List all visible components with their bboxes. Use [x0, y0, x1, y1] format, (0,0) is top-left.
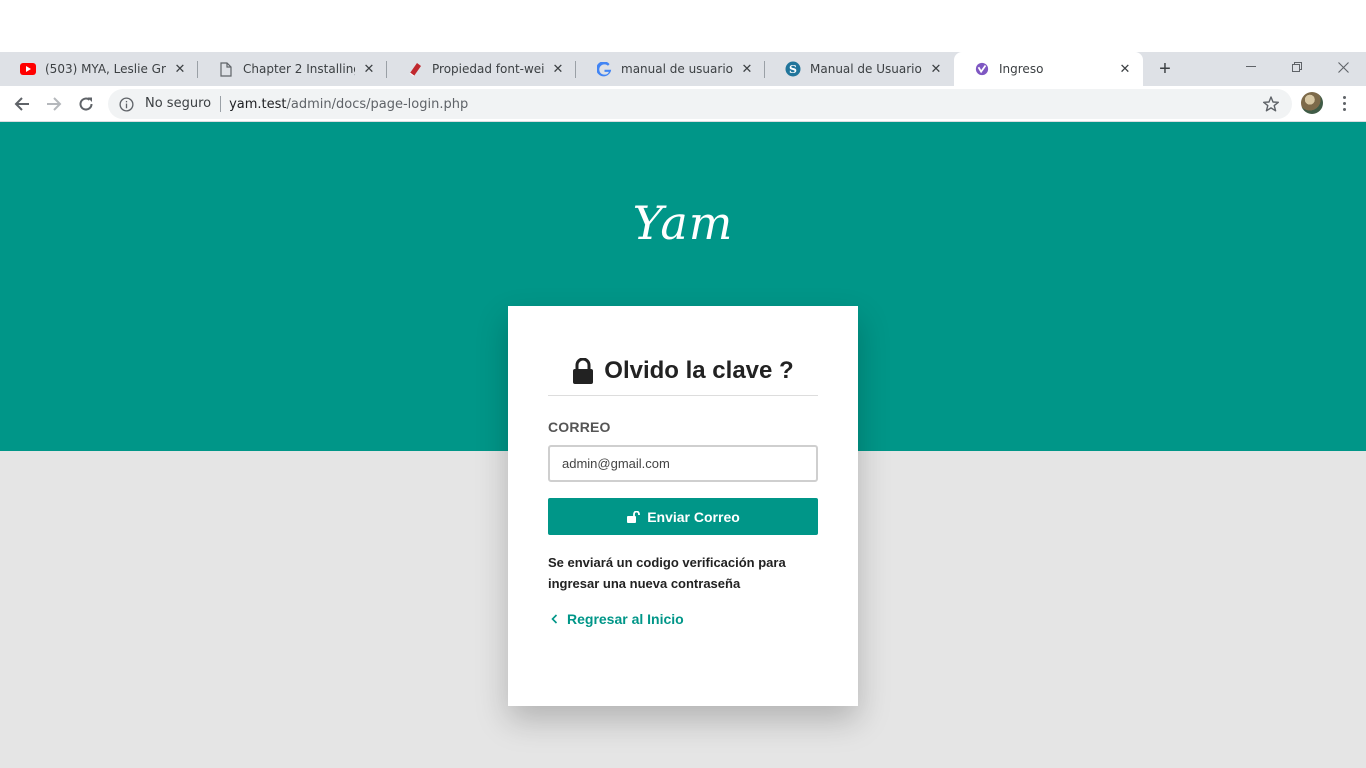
browser-toolbar: No seguro yam.test/admin/docs/page-login…	[0, 86, 1366, 122]
card-heading: Olvido la clave ?	[548, 346, 818, 396]
info-note: Se enviará un codigo verificación para i…	[548, 555, 786, 591]
tab-title: (503) MYA, Leslie Grace	[45, 62, 166, 76]
tab-title: Ingreso	[999, 62, 1044, 76]
close-icon[interactable]: ✕	[739, 61, 755, 77]
forgot-password-card: Olvido la clave ? CORREO Enviar Correo S…	[508, 306, 858, 706]
tab-title: manual de usuario ejem	[621, 62, 733, 76]
unlock-icon	[626, 510, 641, 523]
send-email-label: Enviar Correo	[647, 508, 740, 525]
divider	[548, 395, 818, 396]
globe-icon: S	[785, 61, 801, 77]
page-title: Olvido la clave ?	[604, 357, 794, 384]
tab-youtube[interactable]: (503) MYA, Leslie Grace ✕	[0, 52, 198, 86]
address-bar[interactable]: No seguro yam.test/admin/docs/page-login…	[108, 89, 1292, 119]
info-icon[interactable]	[119, 96, 135, 112]
chevron-left-icon	[551, 614, 558, 624]
svg-text:S: S	[789, 63, 797, 76]
lock-icon	[572, 358, 594, 384]
new-tab-button[interactable]: +	[1152, 56, 1178, 82]
tab-google-search[interactable]: manual de usuario ejem ✕	[576, 52, 765, 86]
back-to-home-link[interactable]: Regresar al Inicio	[551, 611, 684, 627]
back-arrow-icon[interactable]	[8, 90, 36, 118]
email-label: CORREO	[548, 419, 611, 435]
email-field[interactable]	[548, 445, 818, 482]
google-icon	[596, 61, 612, 77]
site-icon	[974, 61, 990, 77]
tab-font-weight[interactable]: Propiedad font-weight ✕	[387, 52, 576, 86]
reload-icon[interactable]	[72, 90, 100, 118]
tab-chapter-2[interactable]: Chapter 2 Installing and ✕	[198, 52, 387, 86]
close-icon[interactable]: ✕	[361, 61, 377, 77]
menu-kebab-icon[interactable]	[1336, 92, 1352, 114]
tab-ingreso[interactable]: Ingreso ✕	[954, 52, 1143, 86]
tab-title: Manual de Usuario Ejem	[810, 62, 922, 76]
minimize-icon[interactable]	[1228, 52, 1274, 82]
document-icon	[218, 61, 234, 77]
youtube-icon	[20, 61, 36, 77]
profile-avatar[interactable]	[1301, 92, 1323, 114]
send-email-button[interactable]: Enviar Correo	[548, 498, 818, 535]
book-icon	[407, 61, 423, 77]
close-icon[interactable]: ✕	[1117, 61, 1133, 77]
forward-arrow-icon[interactable]	[40, 90, 68, 118]
close-icon[interactable]: ✕	[928, 61, 944, 77]
tab-manual-usuario[interactable]: S Manual de Usuario Ejem ✕	[765, 52, 954, 86]
bookmark-star-icon[interactable]	[1262, 95, 1280, 113]
brand-logo: Yam	[632, 196, 734, 250]
tab-title: Propiedad font-weight	[432, 62, 544, 76]
back-link-label: Regresar al Inicio	[567, 611, 684, 627]
close-icon[interactable]: ✕	[172, 61, 188, 77]
tab-title: Chapter 2 Installing and	[243, 62, 355, 76]
window-top-area	[0, 0, 1366, 52]
url-host: yam.test	[229, 96, 287, 112]
close-window-icon[interactable]	[1320, 52, 1366, 82]
url-path: /admin/docs/page-login.php	[286, 96, 469, 112]
security-status[interactable]: No seguro	[145, 96, 222, 112]
close-icon[interactable]: ✕	[550, 61, 566, 77]
restore-icon[interactable]	[1274, 52, 1320, 82]
